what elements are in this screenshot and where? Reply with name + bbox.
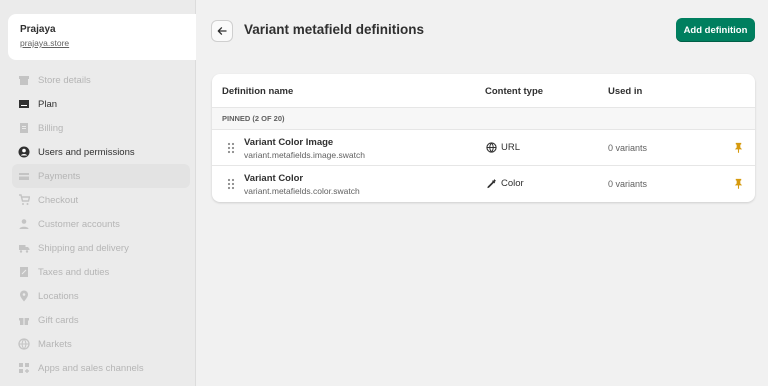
sidebar-item-store-details[interactable]: Store details (12, 68, 190, 92)
table-row[interactable]: Variant Color Image variant.metafields.i… (212, 130, 755, 166)
column-header-name: Definition name (222, 86, 294, 97)
column-header-type: Content type (485, 86, 544, 97)
store-name: Prajaya (20, 24, 56, 35)
cart-icon (18, 194, 30, 206)
sidebar-item-label: Apps and sales channels (38, 362, 144, 374)
pinned-section-label: PINNED (2 OF 20) (212, 108, 755, 130)
location-icon (18, 290, 30, 302)
apps-icon (18, 362, 30, 374)
sidebar-item-apps[interactable]: Apps and sales channels (12, 356, 190, 380)
sidebar: Prajaya prajaya.store Store details Plan… (0, 0, 196, 386)
sidebar-item-label: Locations (38, 290, 79, 302)
sidebar-item-locations[interactable]: Locations (12, 284, 190, 308)
page-title: Variant metafield definitions (244, 22, 425, 37)
sidebar-item-label: Taxes and duties (38, 266, 110, 278)
column-header-used: Used in (608, 86, 643, 97)
sidebar-item-payments[interactable]: Payments (12, 164, 190, 188)
sidebar-item-shipping[interactable]: Shipping and delivery (12, 236, 190, 260)
content-type-label: URL (501, 142, 521, 153)
sidebar-item-label: Shipping and delivery (38, 242, 129, 254)
store-icon (18, 74, 30, 86)
tax-icon (18, 266, 30, 278)
definition-key: variant.metafields.color.swatch (244, 186, 360, 196)
content-type: Color (486, 178, 524, 189)
sidebar-item-gift-cards[interactable]: Gift cards (12, 308, 190, 332)
user-icon (18, 146, 30, 158)
store-card[interactable]: Prajaya prajaya.store (8, 14, 196, 60)
store-url[interactable]: prajaya.store (20, 37, 184, 49)
drag-handle-icon[interactable] (227, 178, 235, 190)
sidebar-item-label: Checkout (38, 194, 79, 206)
content-type: URL (486, 142, 520, 153)
sidebar-item-label: Customer accounts (38, 218, 120, 230)
sidebar-item-label: Users and permissions (38, 146, 135, 158)
sidebar-item-customer-accounts[interactable]: Customer accounts (12, 212, 190, 236)
plan-icon (18, 98, 30, 110)
sidebar-item-label: Plan (38, 98, 58, 110)
payments-icon (18, 170, 30, 182)
sidebar-item-billing[interactable]: Billing (12, 116, 190, 140)
definitions-card: Definition name Content type Used in PIN… (212, 74, 755, 202)
globe-icon (18, 338, 30, 350)
sidebar-item-label: Payments (38, 170, 81, 182)
definition-key: variant.metafields.image.swatch (244, 150, 365, 160)
sidebar-item-taxes[interactable]: Taxes and duties (12, 260, 190, 284)
content-type-label: Color (501, 178, 524, 189)
definition-name[interactable]: Variant Color (244, 173, 303, 184)
add-definition-button[interactable]: Add definition (676, 18, 755, 42)
table-header: Definition name Content type Used in (212, 74, 755, 108)
back-button[interactable] (211, 20, 233, 42)
drag-handle-icon[interactable] (227, 142, 235, 154)
used-in: 0 variants (608, 143, 648, 153)
sidebar-item-checkout[interactable]: Checkout (12, 188, 190, 212)
sidebar-item-label: Gift cards (38, 314, 79, 326)
sidebar-item-label: Billing (38, 122, 64, 134)
globe-icon (486, 142, 497, 153)
eyedropper-icon (487, 179, 496, 189)
sidebar-item-label: Store details (38, 74, 91, 86)
definition-name[interactable]: Variant Color Image (244, 137, 333, 148)
settings-nav: Store details Plan Billing Users and per… (12, 68, 190, 386)
billing-icon (18, 122, 30, 134)
truck-icon (18, 242, 30, 254)
table-row[interactable]: Variant Color variant.metafields.color.s… (212, 166, 755, 202)
gift-icon (18, 314, 30, 326)
pin-icon[interactable] (733, 178, 744, 189)
sidebar-item-plan[interactable]: Plan (12, 92, 190, 116)
used-in: 0 variants (608, 179, 648, 189)
sidebar-item-markets[interactable]: Markets (12, 332, 190, 356)
sidebar-item-more[interactable] (12, 380, 190, 386)
person-icon (18, 218, 30, 230)
sidebar-item-users[interactable]: Users and permissions (12, 140, 190, 164)
arrow-left-icon (217, 27, 227, 35)
pin-icon[interactable] (733, 142, 744, 153)
sidebar-item-label: Markets (38, 338, 72, 350)
